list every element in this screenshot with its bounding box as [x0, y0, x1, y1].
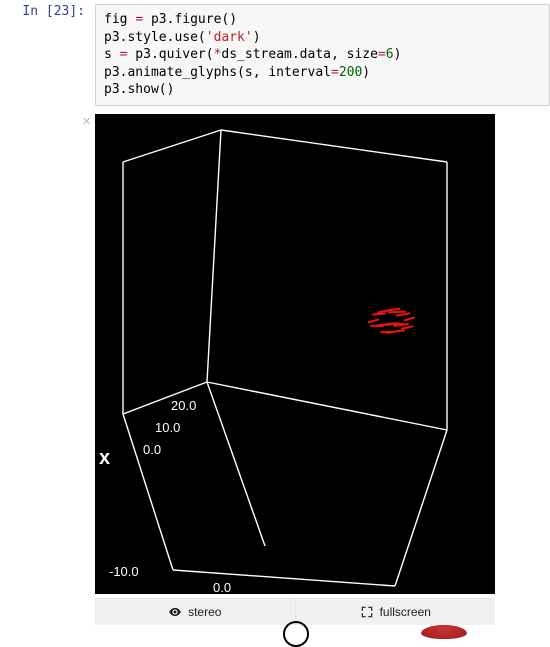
- fullscreen-label: fullscreen: [380, 605, 431, 619]
- code-tok: ): [394, 47, 402, 62]
- in-label: In: [22, 4, 45, 19]
- code-tok: p3.show(): [104, 82, 174, 97]
- lower-controls: [95, 627, 495, 645]
- code-tok: 'dark': [206, 30, 253, 45]
- tick-20: 20.0: [171, 398, 196, 413]
- cube-wireframe: 20.0 10.0 0.0 x -10.0 0.0: [95, 114, 495, 594]
- code-tok: =: [135, 12, 143, 27]
- code-tok: p3.quiver(: [127, 47, 213, 62]
- tick-bottom0: 0.0: [213, 580, 231, 594]
- code-tok: ): [362, 65, 370, 80]
- tick-10: 10.0: [155, 420, 180, 435]
- code-tok: =: [331, 65, 339, 80]
- output-body: 20.0 10.0 0.0 x -10.0 0.0: [95, 114, 550, 645]
- ipyvolume-canvas[interactable]: 20.0 10.0 0.0 x -10.0 0.0: [95, 114, 495, 594]
- code-cell[interactable]: fig = p3.figure() p3.style.use('dark') s…: [95, 4, 550, 106]
- code-tok: 200: [339, 65, 362, 80]
- tick-m10: -10.0: [109, 564, 139, 579]
- quiver-glyph-cluster: [367, 292, 427, 340]
- exec-count: 23: [54, 4, 70, 19]
- code-tok: 6: [386, 47, 394, 62]
- stereo-button[interactable]: stereo: [95, 598, 295, 625]
- tick-0: 0.0: [143, 442, 161, 457]
- output-prompt-area: ×: [0, 114, 95, 645]
- close-icon[interactable]: ×: [82, 114, 91, 129]
- eye-icon: [168, 605, 182, 619]
- code-tok: ): [253, 30, 261, 45]
- code-tok: p3.figure(): [143, 12, 237, 27]
- code-tok: =: [378, 47, 386, 62]
- axis-x-letter: x: [99, 447, 110, 469]
- code-tok: p3.animate_glyphs(s, interval: [104, 65, 331, 80]
- expand-icon: [360, 605, 374, 619]
- code-tok: fig: [104, 12, 135, 27]
- circle-icon[interactable]: [283, 621, 309, 647]
- code-tok: ds_stream.data, size: [221, 47, 378, 62]
- red-blob-icon: [421, 625, 467, 639]
- code-tok: s: [104, 47, 120, 62]
- input-prompt: In [23]:: [0, 4, 95, 19]
- fullscreen-button[interactable]: fullscreen: [295, 598, 496, 625]
- stereo-label: stereo: [188, 605, 221, 619]
- code-tok: p3.style.use(: [104, 30, 206, 45]
